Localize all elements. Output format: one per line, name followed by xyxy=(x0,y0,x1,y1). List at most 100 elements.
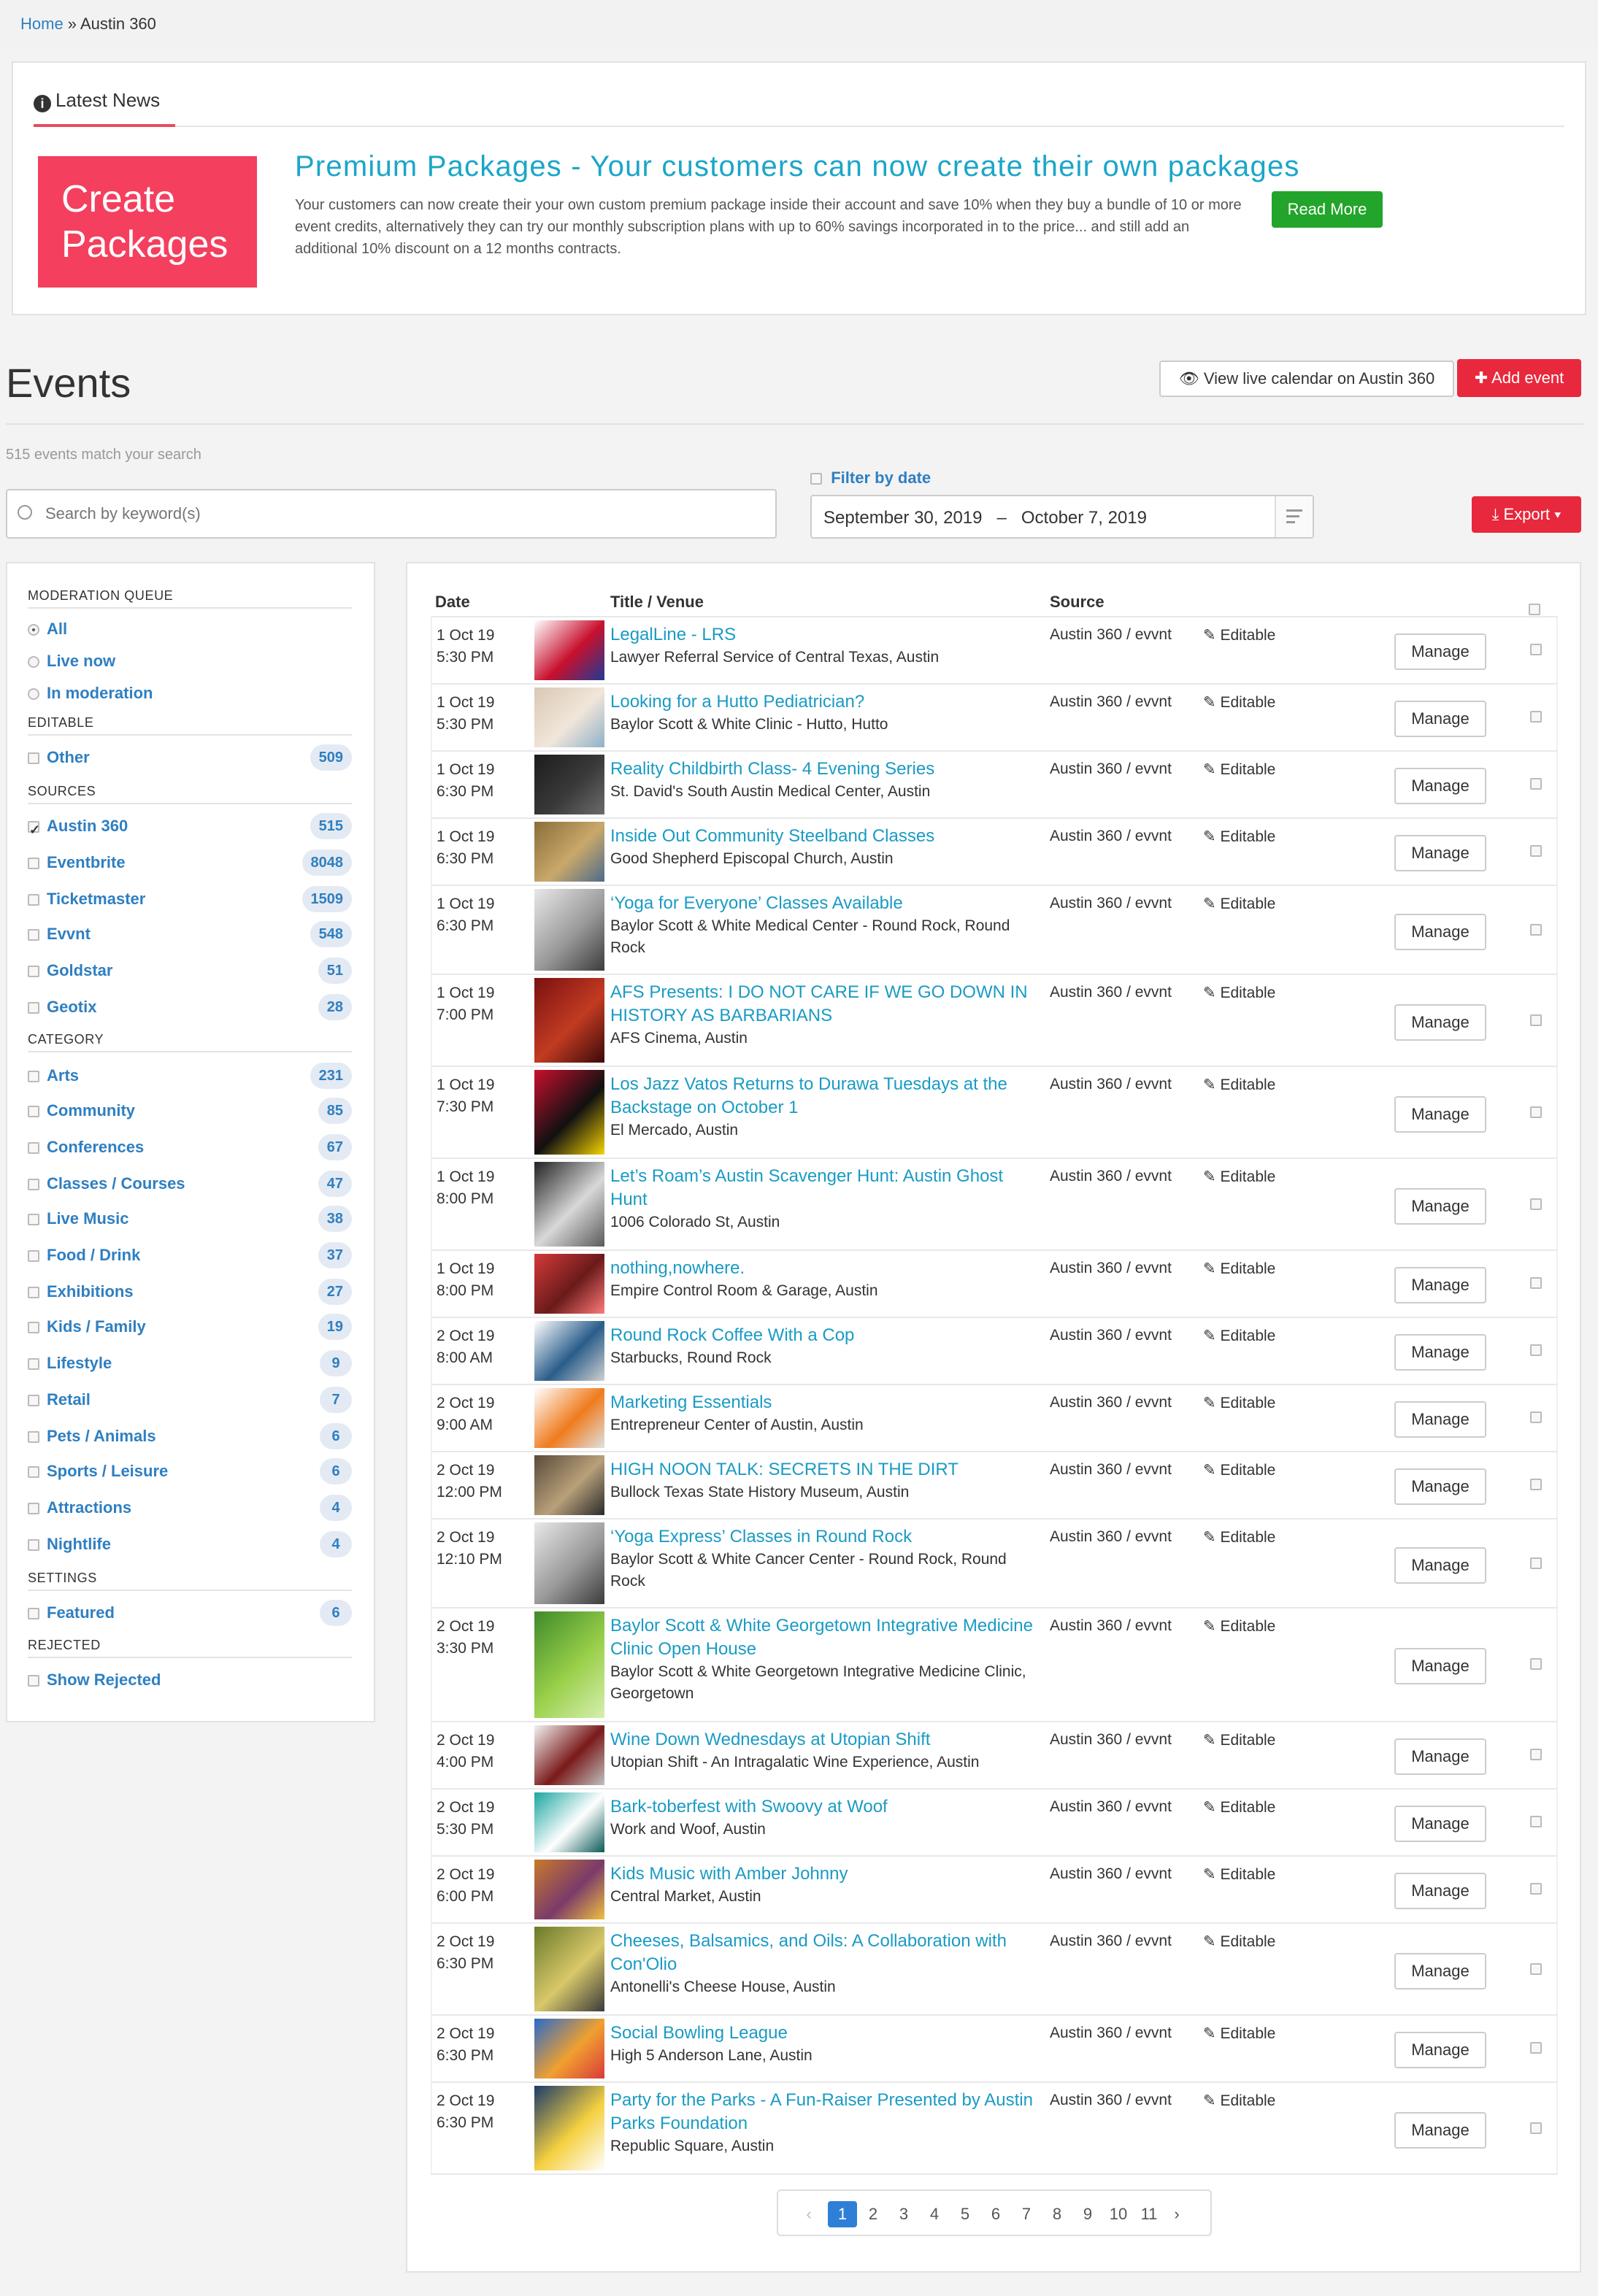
sidebar-filter-item[interactable]: Sports / Leisure 6 xyxy=(28,1458,352,1484)
row-select-checkbox[interactable] xyxy=(1530,1198,1542,1210)
sidebar-filter-item[interactable]: Community 85 xyxy=(28,1098,352,1124)
event-thumbnail[interactable] xyxy=(534,1254,604,1314)
event-thumbnail[interactable] xyxy=(534,1725,604,1785)
sidebar-filter-item[interactable]: Goldstar 51 xyxy=(28,958,352,984)
create-packages-tile[interactable]: Create Packages xyxy=(38,156,257,288)
view-live-calendar-button[interactable]: 👁 View live calendar on Austin 360 xyxy=(1159,361,1454,397)
news-title[interactable]: Premium Packages - Your customers can no… xyxy=(295,150,1300,183)
manage-button[interactable]: Manage xyxy=(1394,1648,1486,1684)
manage-button[interactable]: Manage xyxy=(1394,835,1486,871)
sidebar-filter-item[interactable]: Live now xyxy=(28,648,352,674)
event-thumbnail[interactable] xyxy=(534,822,604,882)
event-title-link[interactable]: Wine Down Wednesdays at Utopian Shift xyxy=(610,1728,1034,1752)
export-button[interactable]: ⤓ Export ▾ xyxy=(1472,496,1581,533)
sidebar-filter-item[interactable]: Featured 6 xyxy=(28,1600,352,1626)
filter-checkbox[interactable] xyxy=(28,966,39,977)
row-select-checkbox[interactable] xyxy=(1530,1479,1542,1490)
filter-checkbox[interactable] xyxy=(28,1287,39,1298)
filter-checkbox[interactable] xyxy=(28,1608,39,1619)
event-thumbnail[interactable] xyxy=(534,1860,604,1919)
sidebar-filter-item[interactable]: In moderation xyxy=(28,680,352,706)
event-title-link[interactable]: Kids Music with Amber Johnny xyxy=(610,1862,1034,1886)
row-select-checkbox[interactable] xyxy=(1530,924,1542,936)
filter-checkbox[interactable] xyxy=(28,1179,39,1190)
manage-button[interactable]: Manage xyxy=(1394,701,1486,737)
filter-checkbox[interactable] xyxy=(28,1675,39,1687)
sidebar-filter-item[interactable]: Evvnt 548 xyxy=(28,921,352,947)
page-link[interactable]: 8 xyxy=(1042,2201,1072,2227)
filter-checkbox[interactable] xyxy=(28,929,39,941)
manage-button[interactable]: Manage xyxy=(1394,1188,1486,1225)
read-more-button[interactable]: Read More xyxy=(1272,191,1383,228)
event-thumbnail[interactable] xyxy=(534,978,604,1063)
event-thumbnail[interactable] xyxy=(534,1522,604,1604)
date-range-field[interactable]: September 30, 2019 – October 7, 2019 xyxy=(810,495,1314,539)
manage-button[interactable]: Manage xyxy=(1394,1267,1486,1303)
search-input[interactable] xyxy=(6,489,777,539)
filter-checkbox[interactable] xyxy=(28,1358,39,1370)
sidebar-filter-item[interactable]: Attractions 4 xyxy=(28,1495,352,1521)
sidebar-filter-item[interactable]: Conferences 67 xyxy=(28,1134,352,1160)
manage-button[interactable]: Manage xyxy=(1394,1401,1486,1438)
row-select-checkbox[interactable] xyxy=(1530,1106,1542,1118)
row-select-checkbox[interactable] xyxy=(1530,1014,1542,1026)
event-title-link[interactable]: ‘Yoga for Everyone’ Classes Available xyxy=(610,892,1034,915)
page-link[interactable]: 1 xyxy=(828,2201,857,2227)
filter-checkbox[interactable] xyxy=(28,752,39,764)
filter-by-date-checkbox[interactable] xyxy=(810,473,822,485)
filter-checkbox[interactable] xyxy=(28,1002,39,1014)
event-thumbnail[interactable] xyxy=(534,1455,604,1515)
filter-checkbox[interactable] xyxy=(28,1466,39,1478)
page-link[interactable]: 3 xyxy=(889,2201,918,2227)
filter-by-date-toggle[interactable]: Filter by date xyxy=(810,469,931,488)
row-select-checkbox[interactable] xyxy=(1530,2122,1542,2134)
manage-button[interactable]: Manage xyxy=(1394,2112,1486,2149)
filter-checkbox[interactable] xyxy=(28,1395,39,1406)
row-select-checkbox[interactable] xyxy=(1530,845,1542,857)
event-title-link[interactable]: Let’s Roam’s Austin Scavenger Hunt: Aust… xyxy=(610,1165,1034,1211)
sidebar-filter-item[interactable]: Nightlife 4 xyxy=(28,1531,352,1557)
filter-checkbox[interactable] xyxy=(28,817,40,843)
event-title-link[interactable]: AFS Presents: I DO NOT CARE IF WE GO DOW… xyxy=(610,981,1034,1028)
event-thumbnail[interactable] xyxy=(534,1611,604,1718)
page-link[interactable]: 11 xyxy=(1134,2201,1164,2227)
row-select-checkbox[interactable] xyxy=(1530,1344,1542,1356)
row-select-checkbox[interactable] xyxy=(1530,1557,1542,1569)
filter-checkbox[interactable] xyxy=(28,1106,39,1117)
page-link[interactable]: 10 xyxy=(1104,2201,1133,2227)
manage-button[interactable]: Manage xyxy=(1394,1806,1486,1842)
event-title-link[interactable]: Round Rock Coffee With a Cop xyxy=(610,1324,1034,1347)
event-thumbnail[interactable] xyxy=(534,2086,604,2170)
event-thumbnail[interactable] xyxy=(534,1792,604,1852)
event-title-link[interactable]: Inside Out Community Steelband Classes xyxy=(610,825,1034,848)
sidebar-filter-item[interactable]: Kids / Family 19 xyxy=(28,1314,352,1340)
event-thumbnail[interactable] xyxy=(534,755,604,814)
page-link[interactable]: 2 xyxy=(858,2201,888,2227)
filter-checkbox[interactable] xyxy=(28,858,39,869)
manage-button[interactable]: Manage xyxy=(1394,1334,1486,1371)
event-thumbnail[interactable] xyxy=(534,2019,604,2079)
manage-button[interactable]: Manage xyxy=(1394,1873,1486,1909)
sidebar-filter-item[interactable]: Pets / Animals 6 xyxy=(28,1423,352,1449)
sidebar-filter-item[interactable]: Arts 231 xyxy=(28,1063,352,1089)
menu-lines-icon[interactable] xyxy=(1275,496,1313,537)
row-select-checkbox[interactable] xyxy=(1530,644,1542,655)
event-thumbnail[interactable] xyxy=(534,1388,604,1448)
event-thumbnail[interactable] xyxy=(534,1927,604,2011)
next-page-chevron-icon[interactable]: › xyxy=(1162,2201,1191,2227)
sidebar-filter-item[interactable]: Live Music 38 xyxy=(28,1206,352,1232)
event-thumbnail[interactable] xyxy=(534,687,604,747)
event-title-link[interactable]: HIGH NOON TALK: SECRETS IN THE DIRT xyxy=(610,1458,1034,1482)
event-thumbnail[interactable] xyxy=(534,1321,604,1381)
event-title-link[interactable]: Looking for a Hutto Pediatrician? xyxy=(610,690,1034,714)
manage-button[interactable]: Manage xyxy=(1394,1547,1486,1584)
filter-radio[interactable] xyxy=(28,688,39,700)
sidebar-filter-item[interactable]: Exhibitions 27 xyxy=(28,1279,352,1305)
sidebar-filter-item[interactable]: Ticketmaster 1509 xyxy=(28,886,352,912)
event-title-link[interactable]: Cheeses, Balsamics, and Oils: A Collabor… xyxy=(610,1930,1034,1976)
row-select-checkbox[interactable] xyxy=(1530,1816,1542,1827)
manage-button[interactable]: Manage xyxy=(1394,768,1486,804)
filter-checkbox[interactable] xyxy=(28,1431,39,1443)
manage-button[interactable]: Manage xyxy=(1394,1004,1486,1041)
manage-button[interactable]: Manage xyxy=(1394,914,1486,950)
